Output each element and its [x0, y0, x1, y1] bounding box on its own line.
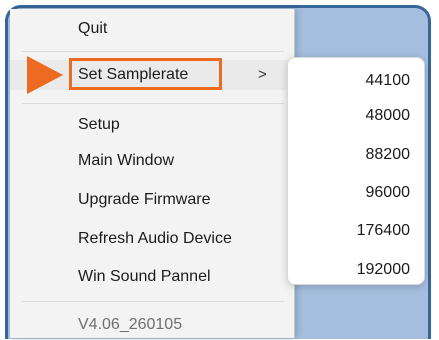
callout-arrow-icon: [27, 56, 63, 94]
menu-item-quit[interactable]: Quit: [10, 14, 294, 44]
menu-item-version: V4.06_260105: [10, 310, 294, 340]
samplerate-submenu: 44100 48000 88200 96000 176400 192000: [287, 57, 425, 285]
menu-separator: [22, 103, 284, 104]
menu-item-label: Win Sound Pannel: [78, 268, 211, 285]
samplerate-option-44100[interactable]: 44100: [300, 66, 411, 96]
menu-item-setup[interactable]: Setup: [10, 110, 294, 140]
menu-item-label: Refresh Audio Device: [78, 230, 232, 247]
samplerate-option-192000[interactable]: 192000: [300, 255, 410, 285]
menu-item-refresh-audio-device[interactable]: Refresh Audio Device: [10, 224, 294, 254]
menu-separator: [22, 51, 284, 52]
version-label: V4.06_260105: [78, 316, 183, 333]
menu-item-main-window[interactable]: Main Window: [10, 146, 294, 176]
samplerate-option-176400[interactable]: 176400: [300, 216, 410, 246]
menu-item-win-sound-pannel[interactable]: Win Sound Pannel: [10, 262, 294, 292]
menu-item-upgrade-firmware[interactable]: Upgrade Firmware: [10, 185, 294, 215]
chevron-right-icon: >: [258, 66, 267, 83]
menu-item-label: Quit: [78, 20, 108, 37]
samplerate-option-96000[interactable]: 96000: [300, 178, 411, 208]
callout-highlight-box: [69, 58, 222, 90]
samplerate-option-48000[interactable]: 48000: [300, 101, 411, 131]
samplerate-option-88200[interactable]: 88200: [300, 140, 411, 170]
menu-item-label: Upgrade Firmware: [78, 191, 211, 208]
menu-separator: [22, 301, 284, 302]
menu-item-label: Setup: [78, 116, 120, 133]
menu-item-label: Main Window: [78, 152, 175, 169]
